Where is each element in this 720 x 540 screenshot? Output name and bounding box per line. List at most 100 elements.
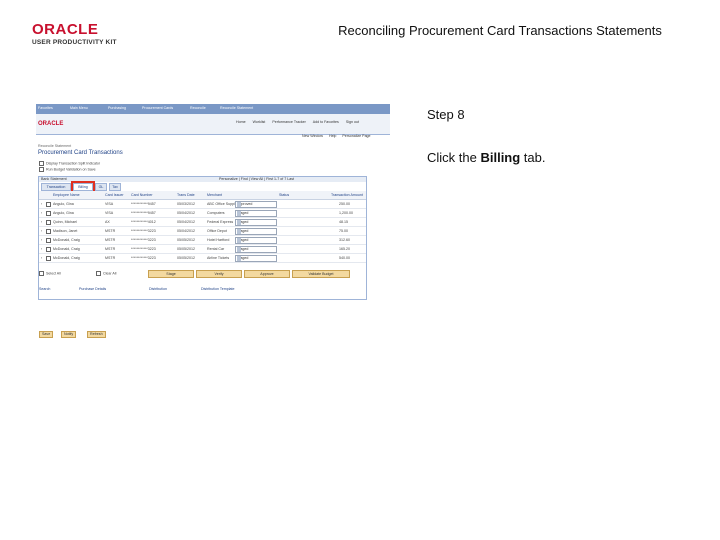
col-employee-name[interactable]: Employee Name (53, 193, 80, 197)
split-indicator-checkbox[interactable] (39, 161, 44, 166)
header-link-add-to-favorites[interactable]: Add to Favorites (313, 120, 339, 124)
table-row[interactable]: › Angulo, Gina VISA ************9457 05/04/2… (39, 209, 366, 218)
col-card-number[interactable]: Card Number (131, 193, 153, 197)
row-select-checkbox[interactable] (46, 238, 51, 243)
select-all-checkbox[interactable] (39, 271, 44, 276)
row-select-checkbox[interactable] (46, 229, 51, 234)
option-budget-validation[interactable]: Run Budget Validation on Save (39, 167, 96, 172)
cell-employee-name: Quinn, Michael (53, 220, 77, 224)
clear-all-checkbox[interactable] (96, 271, 101, 276)
cell-trans-date: 05/05/2012 (177, 247, 195, 251)
verify-button[interactable]: Verify (196, 270, 242, 278)
approve-button[interactable]: Approve (244, 270, 290, 278)
chevron-down-icon[interactable] (237, 229, 241, 234)
row-select-checkbox[interactable] (46, 220, 51, 225)
table-row[interactable]: › Angulo, Gina VISA ************9457 05/03/2… (39, 200, 366, 209)
expand-row-icon[interactable]: › (41, 247, 42, 251)
cell-transaction-amount: 165.20 (339, 247, 350, 251)
status-dropdown[interactable]: Staged (235, 210, 277, 217)
budget-validation-checkbox[interactable] (39, 167, 44, 172)
header-link-sign-out[interactable]: Sign out (346, 120, 359, 124)
row-select-checkbox[interactable] (46, 247, 51, 252)
cell-card-number: ************3223 (131, 247, 156, 251)
chevron-down-icon[interactable] (237, 202, 241, 207)
budget-validation-label: Run Budget Validation on Save (46, 167, 96, 172)
status-dropdown[interactable]: Staged (235, 219, 277, 226)
cell-card-issuer: MSTR (105, 229, 116, 233)
cell-employee-name: McDonald, Craig (53, 238, 80, 242)
refresh-button[interactable]: Refresh (87, 331, 106, 338)
tab-billing[interactable]: Billing (71, 181, 95, 193)
clear-all-control[interactable]: Clear All (96, 271, 116, 276)
cell-card-number: ************3223 (131, 256, 156, 260)
slide-title: Reconciling Procurement Card Transaction… (338, 23, 662, 38)
col-transaction-amount[interactable]: Transaction Amount (331, 193, 363, 197)
tab-gl[interactable]: GL (95, 183, 107, 191)
cell-trans-date: 05/05/2012 (177, 238, 195, 242)
col-trans-date[interactable]: Trans Date (177, 193, 195, 197)
table-row[interactable]: › Madison, Janet MSTR ************3223 05/04… (39, 227, 366, 236)
option-split-indicator[interactable]: Display Transaction Split Indicator (39, 161, 100, 166)
link-new-window[interactable]: New Window (302, 134, 323, 138)
save-button[interactable]: Save (39, 331, 54, 338)
topnav-purchasing[interactable]: Purchasing (108, 106, 126, 110)
grid-navigation[interactable]: Personalize | Find | View All | First 1-… (219, 177, 294, 181)
cell-transaction-amount: 540.00 (339, 256, 350, 260)
select-all-control[interactable]: Select All (39, 271, 61, 276)
expand-row-icon[interactable]: › (41, 256, 42, 260)
col-status[interactable]: Status (279, 193, 289, 197)
cell-merchant: Computers (207, 211, 225, 215)
row-select-checkbox[interactable] (46, 256, 51, 261)
status-dropdown[interactable]: Staged (235, 228, 277, 235)
topnav-favorites[interactable]: Favorites (38, 106, 53, 110)
expand-row-icon[interactable]: › (41, 202, 42, 206)
table-row[interactable]: › McDonald, Craig MSTR ************3223 05/0… (39, 236, 366, 245)
stage-button[interactable]: Stage (148, 270, 194, 278)
link-personalize-page[interactable]: Personalize Page (342, 134, 370, 138)
topnav-main-menu[interactable]: Main Menu (70, 106, 88, 110)
expand-row-icon[interactable]: › (41, 220, 42, 224)
row-select-checkbox[interactable] (46, 202, 51, 207)
link-distribution-template[interactable]: Distribution Template (201, 287, 235, 291)
table-row[interactable]: › McDonald, Craig MSTR ************3223 05/0… (39, 245, 366, 254)
tab-tax[interactable]: Tax (109, 183, 121, 191)
upk-logo-subtext: USER PRODUCTIVITY KIT (32, 39, 117, 46)
status-dropdown[interactable]: Staged (235, 255, 277, 262)
cell-trans-date: 05/03/2012 (177, 202, 195, 206)
header-link-worklist[interactable]: Worklist (253, 120, 266, 124)
status-dropdown[interactable]: Staged (235, 246, 277, 253)
expand-row-icon[interactable]: › (41, 229, 42, 233)
header-link-home[interactable]: Home (236, 120, 246, 124)
col-merchant[interactable]: Merchant (207, 193, 222, 197)
topnav-reconcile-statement[interactable]: Reconcile Statement (220, 106, 253, 110)
app-header: ORACLE Home Worklist Performance Tracker… (36, 114, 390, 135)
status-dropdown[interactable]: Approved (235, 201, 277, 208)
chevron-down-icon[interactable] (237, 256, 241, 261)
table-row[interactable]: › McDonald, Craig MSTR ************3223 05/0… (39, 254, 366, 263)
row-select-checkbox[interactable] (46, 211, 51, 216)
status-dropdown[interactable]: Staged (235, 237, 277, 244)
col-card-issuer[interactable]: Card Issuer (105, 193, 124, 197)
instruction-prefix: Click the (427, 150, 481, 165)
tab-transaction[interactable]: Transaction (41, 183, 71, 191)
cell-card-number: ************4012 (131, 220, 156, 224)
link-help[interactable]: Help (329, 134, 336, 138)
table-row[interactable]: › Quinn, Michael AX ************4012 05/04/2… (39, 218, 366, 227)
cell-employee-name: Angulo, Gina (53, 211, 74, 215)
link-purchase-details[interactable]: Purchase Details (79, 287, 106, 291)
cell-transaction-amount: 75.00 (339, 229, 348, 233)
notify-button[interactable]: Notify (61, 331, 77, 338)
grid-title: Bank Statement (41, 177, 67, 181)
topnav-reconcile[interactable]: Reconcile (190, 106, 206, 110)
chevron-down-icon[interactable] (237, 247, 241, 252)
topnav-procurement-cards[interactable]: Procurement Cards (142, 106, 173, 110)
link-search[interactable]: Search (39, 287, 50, 291)
header-link-performance-tracker[interactable]: Performance Tracker (272, 120, 306, 124)
link-distribution[interactable]: Distribution (149, 287, 167, 291)
expand-row-icon[interactable]: › (41, 238, 42, 242)
chevron-down-icon[interactable] (237, 238, 241, 243)
chevron-down-icon[interactable] (237, 211, 241, 216)
chevron-down-icon[interactable] (237, 220, 241, 225)
validate-budget-button[interactable]: Validate Budget (292, 270, 350, 278)
expand-row-icon[interactable]: › (41, 211, 42, 215)
